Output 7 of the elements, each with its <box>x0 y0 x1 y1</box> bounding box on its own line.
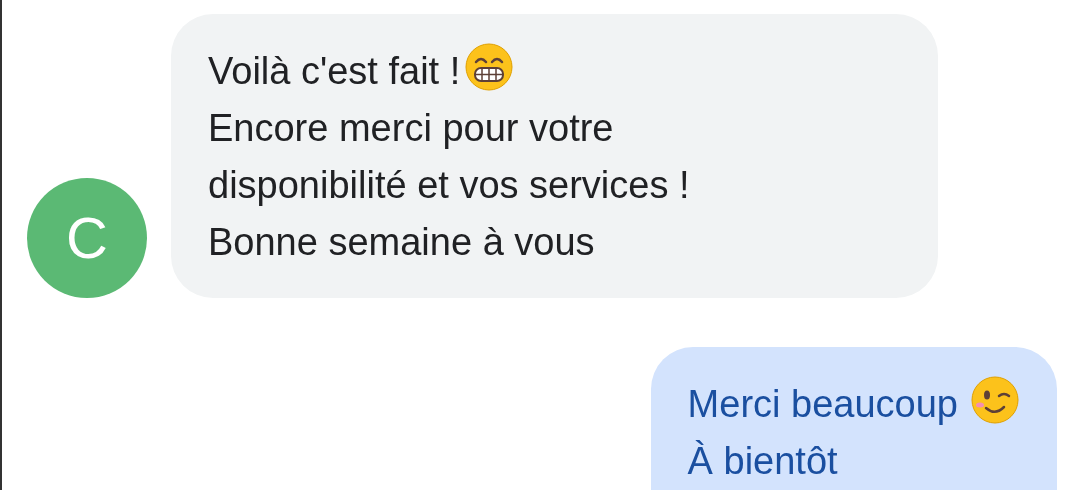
message-text: Merci beaucoup <box>687 383 958 425</box>
message-text: Encore merci pour votre <box>208 107 614 149</box>
message-text: Voilà c'est fait ! <box>208 50 461 92</box>
message-text: disponibilité et vos services ! <box>208 164 690 206</box>
avatar: C <box>27 178 147 298</box>
message-text: Bonne semaine à vous <box>208 221 595 263</box>
message-text: À bientôt <box>687 440 838 482</box>
